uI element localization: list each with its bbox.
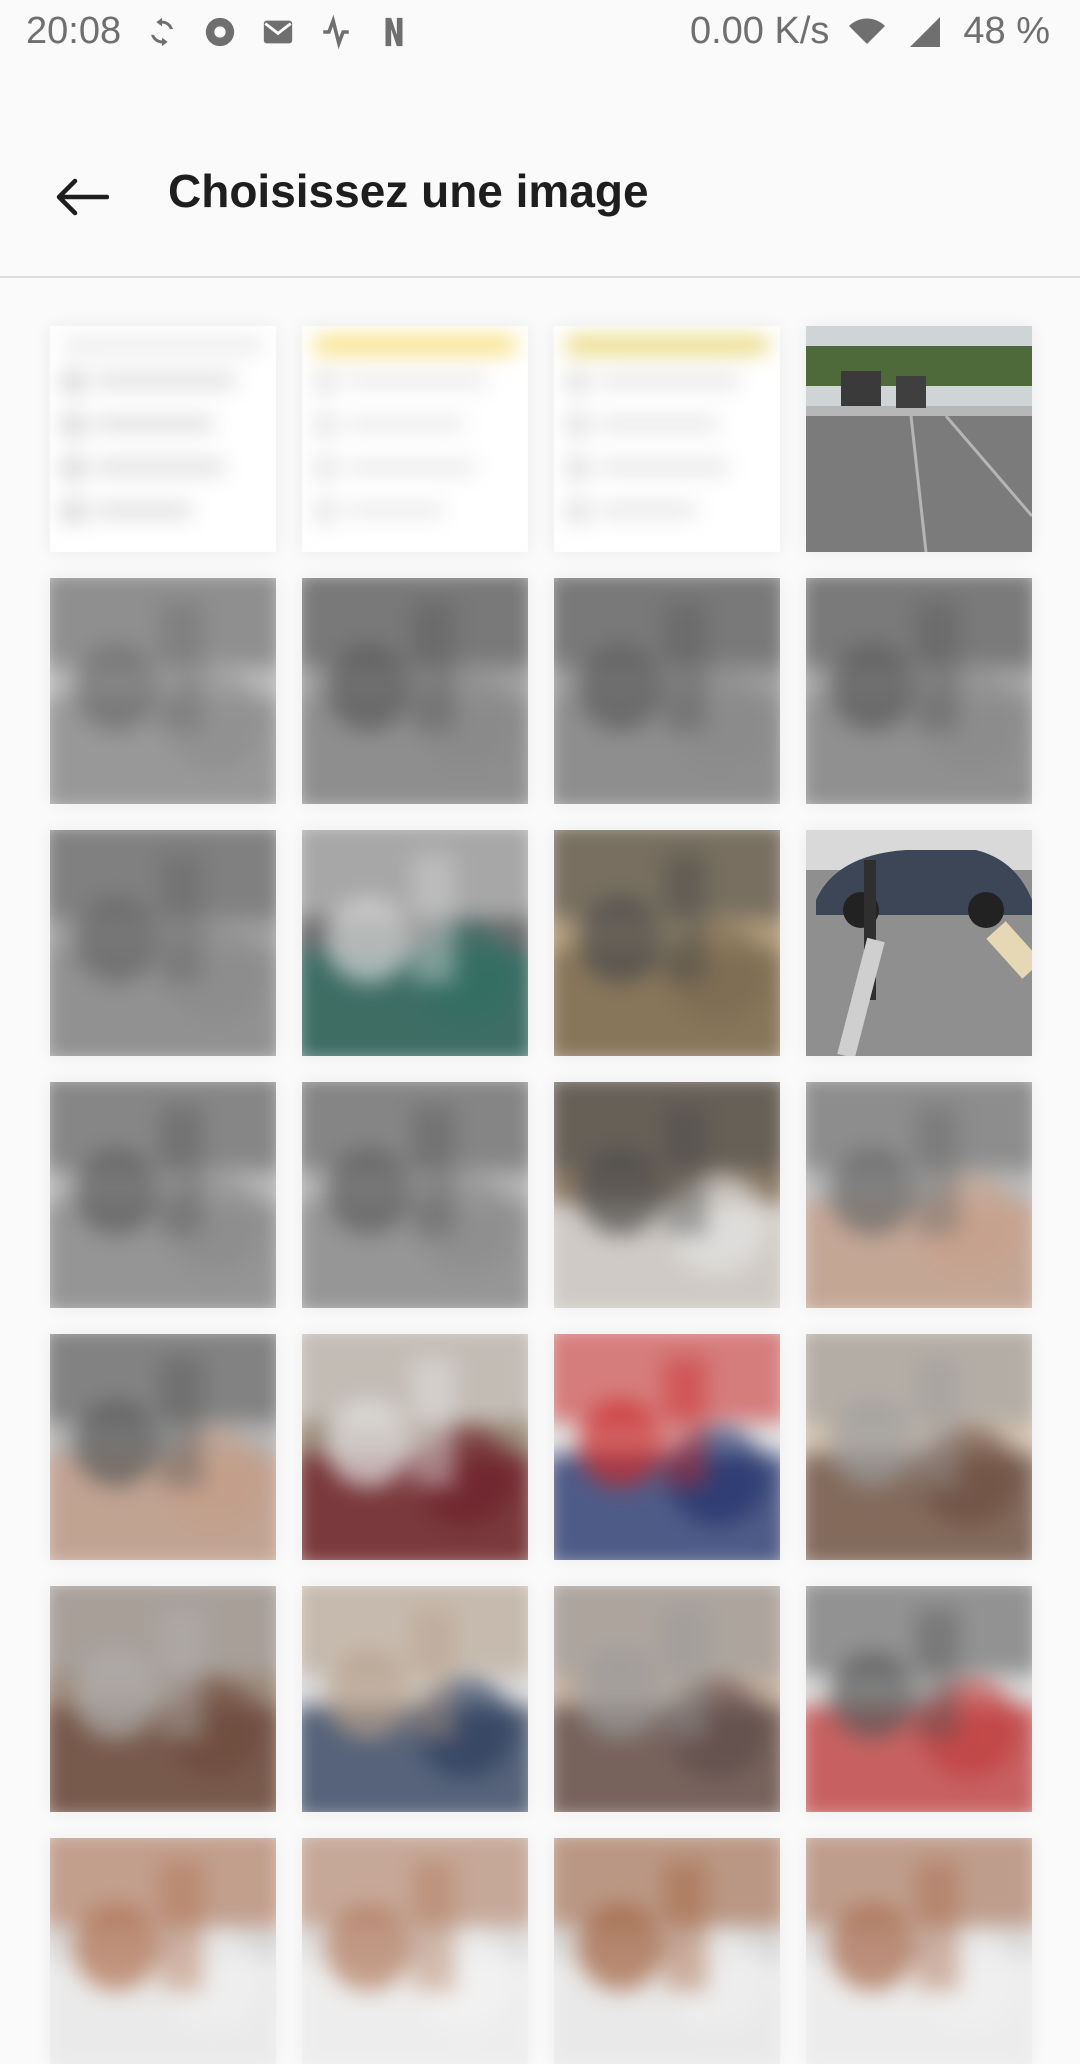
network-speed: 0.00 K/s — [689, 10, 830, 52]
thumbnail-image — [50, 578, 276, 804]
image-thumbnail[interactable] — [50, 1586, 276, 1812]
thumbnail-image — [554, 326, 780, 552]
image-thumbnail[interactable] — [50, 1082, 276, 1308]
page-title: Choisissez une image — [168, 165, 649, 217]
thumbnail-image — [554, 830, 780, 1056]
thumbnail-image — [806, 326, 1032, 552]
image-thumbnail[interactable] — [302, 1838, 528, 2064]
thumbnail-image — [806, 830, 1032, 1056]
netflix-icon — [374, 12, 414, 52]
image-thumbnail[interactable] — [302, 1334, 528, 1560]
image-thumbnail[interactable] — [554, 1334, 780, 1560]
image-thumbnail[interactable] — [806, 830, 1032, 1056]
mail-icon — [258, 12, 298, 52]
app-bar: Choisissez une image — [0, 64, 1080, 278]
thumbnail-image — [302, 830, 528, 1056]
image-thumbnail[interactable] — [50, 1334, 276, 1560]
image-thumbnail[interactable] — [302, 830, 528, 1056]
image-thumbnail[interactable] — [50, 1838, 276, 2064]
thumbnail-image — [806, 1838, 1032, 2064]
thumbnail-image — [554, 1586, 780, 1812]
image-thumbnail[interactable] — [806, 1838, 1032, 2064]
image-grid — [50, 326, 1032, 2064]
image-thumbnail[interactable] — [302, 1082, 528, 1308]
image-thumbnail[interactable] — [50, 326, 276, 552]
battery-level: 48 % — [963, 10, 1050, 52]
thumbnail-image — [50, 1334, 276, 1560]
thumbnail-image — [554, 1334, 780, 1560]
signal-icon — [905, 12, 945, 52]
status-bar: 20:08 0.00 K/s 48 % — [0, 0, 1080, 64]
thumbnail-image — [554, 1838, 780, 2064]
thumbnail-image — [302, 1334, 528, 1560]
thumbnail-image — [50, 1838, 276, 2064]
image-thumbnail[interactable] — [554, 1082, 780, 1308]
image-thumbnail[interactable] — [50, 830, 276, 1056]
wifi-icon — [847, 12, 887, 52]
arrow-back-icon — [53, 177, 110, 222]
thumbnail-image — [554, 578, 780, 804]
image-thumbnail[interactable] — [302, 1586, 528, 1812]
thumbnail-image — [50, 1586, 276, 1812]
thumbnail-image — [302, 1838, 528, 2064]
image-thumbnail[interactable] — [554, 830, 780, 1056]
thumbnail-image — [806, 1334, 1032, 1560]
image-thumbnail[interactable] — [806, 578, 1032, 804]
thumbnail-image — [302, 1082, 528, 1308]
thumbnail-image — [806, 578, 1032, 804]
image-thumbnail[interactable] — [302, 326, 528, 552]
image-thumbnail[interactable] — [806, 1334, 1032, 1560]
thumbnail-image — [806, 1586, 1032, 1812]
image-thumbnail[interactable] — [806, 326, 1032, 552]
thumbnail-image — [302, 326, 528, 552]
thumbnail-image — [302, 578, 528, 804]
image-thumbnail[interactable] — [554, 1838, 780, 2064]
image-thumbnail[interactable] — [554, 578, 780, 804]
image-thumbnail[interactable] — [806, 1586, 1032, 1812]
thumbnail-image — [806, 1082, 1032, 1308]
thumbnail-image — [50, 830, 276, 1056]
thumbnail-image — [50, 1082, 276, 1308]
image-thumbnail[interactable] — [302, 578, 528, 804]
image-thumbnail[interactable] — [806, 1082, 1032, 1308]
status-time: 20:08 — [26, 10, 122, 52]
thumbnail-image — [302, 1586, 528, 1812]
image-thumbnail[interactable] — [50, 578, 276, 804]
thumbnail-image — [50, 326, 276, 552]
back-button[interactable] — [36, 154, 126, 244]
activity-icon — [316, 12, 356, 52]
thumbnail-image — [554, 1082, 780, 1308]
record-icon — [200, 12, 240, 52]
notification-icons — [142, 12, 414, 52]
image-thumbnail[interactable] — [554, 1586, 780, 1812]
sync-icon — [142, 12, 182, 52]
image-thumbnail[interactable] — [554, 326, 780, 552]
